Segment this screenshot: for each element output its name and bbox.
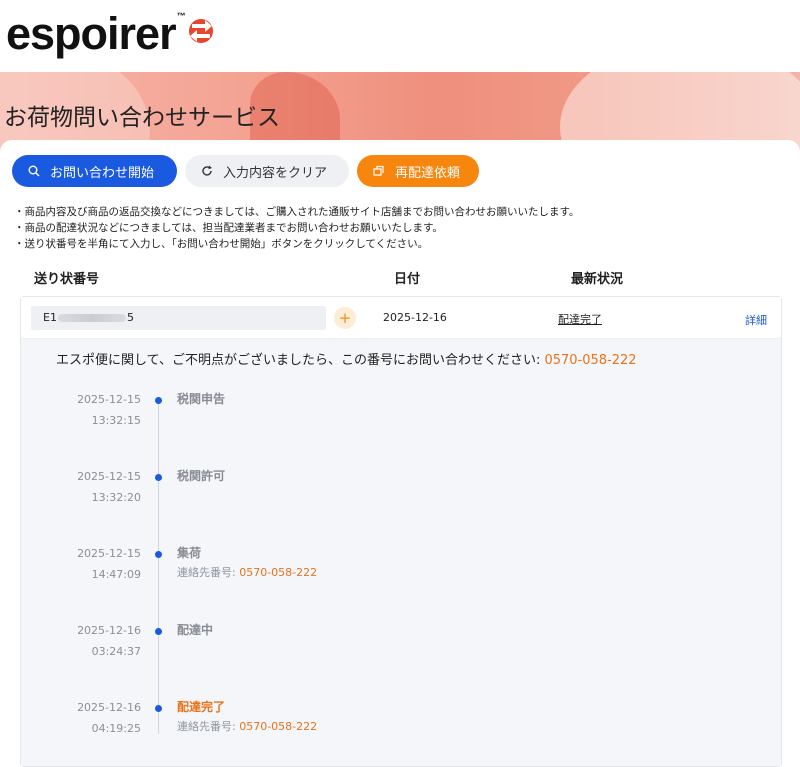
refresh-icon bbox=[201, 165, 213, 177]
search-button-label: お問い合わせ開始 bbox=[50, 165, 155, 181]
event-time: 14:47:09 bbox=[91, 568, 141, 581]
redacted-mask bbox=[57, 314, 126, 322]
inquiry-message: エスポ便に関して、ご不明点がございましたら、この番号にお問い合わせください: 0… bbox=[56, 349, 637, 368]
event-time: 04:19:25 bbox=[91, 722, 141, 735]
logo-mark-icon bbox=[188, 14, 214, 52]
contact-label: 連絡先番号: bbox=[177, 566, 240, 579]
redelivery-button[interactable]: 再配達依頼 bbox=[357, 155, 479, 187]
clear-button[interactable]: 入力内容をクリア bbox=[185, 155, 349, 187]
event-datetime: 2025-12-15 13:32:20 bbox=[77, 466, 141, 508]
logo[interactable]: espoirer ™ bbox=[6, 8, 214, 64]
timeline-dot bbox=[155, 551, 162, 558]
column-header-tracking: 送り状番号 bbox=[34, 272, 100, 287]
timeline-dot bbox=[155, 474, 162, 481]
tracking-suffix: 5 bbox=[126, 311, 134, 324]
inquiry-phone[interactable]: 0570-058-222 bbox=[544, 353, 636, 368]
event-datetime: 2025-12-15 13:32:15 bbox=[77, 389, 141, 431]
event-date: 2025-12-15 bbox=[77, 470, 141, 483]
event-datetime: 2025-12-15 14:47:09 bbox=[77, 543, 141, 585]
timeline-dot bbox=[155, 705, 162, 712]
logo-text: espoirer bbox=[6, 8, 177, 59]
top-bar: espoirer ™ bbox=[0, 0, 800, 72]
event-title: 集荷 bbox=[177, 546, 202, 560]
timeline-dot bbox=[155, 397, 162, 404]
action-bar: お問い合わせ開始 入力内容をクリア 再配達依頼 bbox=[12, 155, 479, 187]
event-title: 税関申告 bbox=[177, 392, 226, 406]
event-time: 13:32:15 bbox=[91, 414, 141, 427]
clear-button-label: 入力内容をクリア bbox=[223, 165, 328, 181]
event-contact: 連絡先番号: 0570-058-222 bbox=[177, 565, 317, 581]
note-line: ・送り状番号を半角にて入力し、「お問い合わせ開始」ボタンをクリックしてください。 bbox=[14, 238, 429, 250]
search-button[interactable]: お問い合わせ開始 bbox=[12, 155, 177, 187]
logo-tm: ™ bbox=[176, 11, 186, 21]
event-title: 配達中 bbox=[177, 623, 214, 637]
table-row: E1 5 + 2025-12-16 配達完了 詳細 bbox=[21, 297, 781, 339]
contact-phone[interactable]: 0570-058-222 bbox=[239, 720, 317, 733]
timeline-event: 2025-12-16 03:24:37 配達中 bbox=[21, 620, 781, 680]
note-line: ・商品内容及び商品の返品交換などにつきましては、ご購入された通販サイト店舗までお… bbox=[14, 206, 580, 218]
contact-label: 連絡先番号: bbox=[177, 720, 240, 733]
tracking-prefix: E1 bbox=[43, 311, 57, 324]
page-title: お荷物問い合わせサービス bbox=[4, 105, 280, 131]
event-title: 配達完了 bbox=[177, 700, 226, 714]
result-card: E1 5 + 2025-12-16 配達完了 詳細 エスポ便に関して、ご不明点がご… bbox=[20, 296, 782, 767]
contact-phone[interactable]: 0570-058-222 bbox=[239, 566, 317, 579]
event-date: 2025-12-16 bbox=[77, 701, 141, 714]
search-icon bbox=[28, 165, 40, 177]
note-line: ・商品の配達状況などにつきましては、担当配達業者までお問い合わせお願いいたします… bbox=[14, 222, 443, 234]
event-contact: 連絡先番号: 0570-058-222 bbox=[177, 719, 317, 735]
event-datetime: 2025-12-16 03:24:37 bbox=[77, 620, 141, 662]
event-date: 2025-12-15 bbox=[77, 547, 141, 560]
redelivery-icon bbox=[373, 165, 385, 177]
timeline-event: 2025-12-15 13:32:20 税関許可 bbox=[21, 466, 781, 526]
inquiry-text: エスポ便に関して、ご不明点がございましたら、この番号にお問い合わせください: bbox=[56, 353, 545, 368]
timeline-dot bbox=[155, 628, 162, 635]
event-datetime: 2025-12-16 04:19:25 bbox=[77, 697, 141, 739]
event-time: 13:32:20 bbox=[91, 491, 141, 504]
plus-icon[interactable]: + bbox=[334, 307, 356, 329]
event-title: 税関許可 bbox=[177, 469, 226, 483]
detail-link[interactable]: 詳細 bbox=[745, 312, 767, 328]
row-status-link[interactable]: 配達完了 bbox=[558, 311, 602, 327]
column-header-status: 最新状況 bbox=[571, 272, 624, 287]
event-date: 2025-12-15 bbox=[77, 393, 141, 406]
column-header-date: 日付 bbox=[394, 272, 421, 287]
tracking-number-field[interactable]: E1 5 bbox=[31, 306, 326, 330]
detail-panel: エスポ便に関して、ご不明点がございましたら、この番号にお問い合わせください: 0… bbox=[21, 339, 781, 766]
event-time: 03:24:37 bbox=[91, 645, 141, 658]
timeline-event: 2025-12-15 14:47:09 集荷 連絡先番号: 0570-058-2… bbox=[21, 543, 781, 603]
event-date: 2025-12-16 bbox=[77, 624, 141, 637]
redelivery-button-label: 再配達依頼 bbox=[395, 165, 461, 181]
timeline-event: 2025-12-15 13:32:15 税関申告 bbox=[21, 389, 781, 449]
timeline-event: 2025-12-16 04:19:25 配達完了 連絡先番号: 0570-058… bbox=[21, 697, 781, 757]
notes: ・商品内容及び商品の返品交換などにつきましては、ご購入された通販サイト店舗までお… bbox=[14, 204, 579, 252]
row-date: 2025-12-16 bbox=[383, 311, 447, 324]
table-header: 送り状番号 日付 最新状況 bbox=[34, 268, 774, 288]
